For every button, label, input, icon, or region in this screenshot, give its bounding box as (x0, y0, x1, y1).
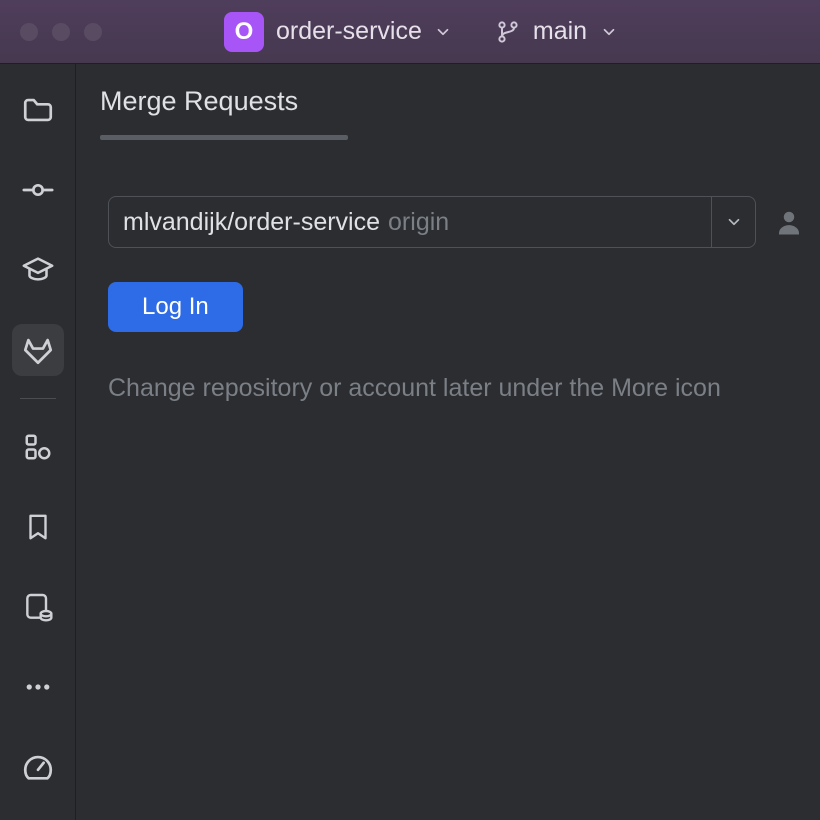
branch-name: main (533, 17, 587, 46)
project-selector[interactable]: O order-service (224, 12, 452, 52)
graduation-cap-icon (21, 253, 55, 287)
repository-dropdown-trigger[interactable] (711, 197, 755, 247)
merge-requests-panel: Merge Requests mlvandijk/order-service o… (76, 64, 820, 820)
login-button[interactable]: Log In (108, 282, 243, 332)
minimize-window-icon[interactable] (52, 23, 70, 41)
chevron-down-icon (725, 213, 743, 231)
chevron-down-icon (600, 23, 618, 41)
commit-tool[interactable] (12, 164, 64, 216)
database-tool[interactable] (12, 581, 64, 633)
gitlab-icon (21, 333, 55, 367)
account-button[interactable] (774, 207, 804, 237)
panel-header: Merge Requests (76, 64, 820, 140)
git-commit-icon (21, 173, 55, 207)
bookmarks-tool[interactable] (12, 501, 64, 553)
project-badge: O (224, 12, 264, 52)
maximize-window-icon[interactable] (84, 23, 102, 41)
folder-icon (21, 93, 55, 127)
hint-text: Change repository or account later under… (108, 374, 810, 403)
tablet-database-icon (22, 591, 54, 623)
project-tool[interactable] (12, 84, 64, 136)
repository-row: mlvandijk/order-service origin (108, 196, 810, 248)
chevron-down-icon (434, 23, 452, 41)
git-branch-icon (496, 20, 520, 44)
gitlab-tool[interactable] (12, 324, 64, 376)
titlebar: O order-service main (0, 0, 820, 64)
gauge-icon (21, 750, 55, 784)
panel-title: Merge Requests (100, 86, 796, 135)
dashboard-tool[interactable] (12, 741, 64, 793)
structure-icon (23, 432, 53, 462)
repository-selector[interactable]: mlvandijk/order-service origin (108, 196, 756, 248)
window-controls (20, 23, 102, 41)
more-tool[interactable] (12, 661, 64, 713)
branch-selector[interactable]: main (496, 17, 618, 46)
close-window-icon[interactable] (20, 23, 38, 41)
project-name: order-service (276, 17, 422, 46)
left-toolstrip (0, 64, 76, 820)
repository-remote: origin (388, 208, 449, 237)
learn-tool[interactable] (12, 244, 64, 296)
toolstrip-divider (20, 398, 56, 399)
structure-tool[interactable] (12, 421, 64, 473)
more-horizontal-icon (23, 672, 53, 702)
repository-path: mlvandijk/order-service (123, 208, 380, 237)
panel-content: mlvandijk/order-service origin Log In (76, 140, 820, 403)
bookmark-icon (23, 510, 53, 544)
body: Merge Requests mlvandijk/order-service o… (0, 64, 820, 820)
